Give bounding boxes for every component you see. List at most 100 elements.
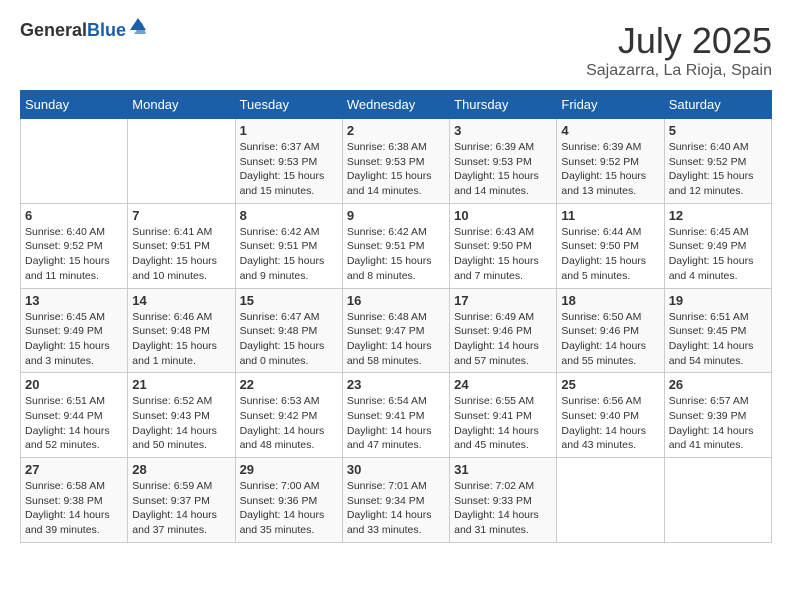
calendar-table: SundayMondayTuesdayWednesdayThursdayFrid… <box>20 90 772 543</box>
day-number: 7 <box>132 208 230 223</box>
day-detail: Sunrise: 6:43 AMSunset: 9:50 PMDaylight:… <box>454 225 552 284</box>
day-number: 18 <box>561 293 659 308</box>
day-cell: 28Sunrise: 6:59 AMSunset: 9:37 PMDayligh… <box>128 458 235 543</box>
day-detail: Sunrise: 6:39 AMSunset: 9:53 PMDaylight:… <box>454 140 552 199</box>
day-cell: 11Sunrise: 6:44 AMSunset: 9:50 PMDayligh… <box>557 203 664 288</box>
day-cell: 24 Sunrise: 6:55 AMSunset: 9:41 PMDayligh… <box>450 373 557 458</box>
day-cell: 21Sunrise: 6:52 AMSunset: 9:43 PMDayligh… <box>128 373 235 458</box>
day-number: 12 <box>669 208 767 223</box>
day-cell <box>557 458 664 543</box>
column-header-monday: Monday <box>128 91 235 119</box>
day-cell: 29 Sunrise: 7:00 AMSunset: 9:36 PMDayligh… <box>235 458 342 543</box>
day-cell: 23 Sunrise: 6:54 AMSunset: 9:41 PMDayligh… <box>342 373 449 458</box>
day-detail: Sunrise: 6:45 AMSunset: 9:49 PMDaylight:… <box>669 225 767 284</box>
day-number: 10 <box>454 208 552 223</box>
logo-general: General <box>20 20 87 40</box>
day-number: 13 <box>25 293 123 308</box>
day-detail: Sunrise: 7:00 AMSunset: 9:36 PMDaylight:… <box>240 479 338 538</box>
day-detail: Sunrise: 6:46 AMSunset: 9:48 PMDaylight:… <box>132 310 230 369</box>
day-number: 30 <box>347 462 445 477</box>
column-header-thursday: Thursday <box>450 91 557 119</box>
day-cell: 8 Sunrise: 6:42 AMSunset: 9:51 PMDaylight… <box>235 203 342 288</box>
day-detail: Sunrise: 6:42 AMSunset: 9:51 PMDaylight:… <box>240 225 338 284</box>
day-number: 2 <box>347 123 445 138</box>
day-number: 17 <box>454 293 552 308</box>
day-cell: 14 Sunrise: 6:46 AMSunset: 9:48 PMDayligh… <box>128 288 235 373</box>
day-number: 3 <box>454 123 552 138</box>
day-detail: Sunrise: 6:53 AMSunset: 9:42 PMDaylight:… <box>240 394 338 453</box>
day-detail: Sunrise: 6:38 AMSunset: 9:53 PMDaylight:… <box>347 140 445 199</box>
day-cell <box>128 119 235 204</box>
day-number: 31 <box>454 462 552 477</box>
day-cell <box>664 458 771 543</box>
day-cell: 20 Sunrise: 6:51 AMSunset: 9:44 PMDayligh… <box>21 373 128 458</box>
day-cell: 7 Sunrise: 6:41 AMSunset: 9:51 PMDaylight… <box>128 203 235 288</box>
day-number: 25 <box>561 377 659 392</box>
day-detail: Sunrise: 6:55 AMSunset: 9:41 PMDaylight:… <box>454 394 552 453</box>
day-detail: Sunrise: 6:51 AMSunset: 9:45 PMDaylight:… <box>669 310 767 369</box>
day-number: 19 <box>669 293 767 308</box>
day-number: 14 <box>132 293 230 308</box>
day-number: 22 <box>240 377 338 392</box>
week-row-3: 13 Sunrise: 6:45 AMSunset: 9:49 PMDayligh… <box>21 288 772 373</box>
day-number: 28 <box>132 462 230 477</box>
day-number: 4 <box>561 123 659 138</box>
day-number: 9 <box>347 208 445 223</box>
day-number: 24 <box>454 377 552 392</box>
day-detail: Sunrise: 6:40 AMSunset: 9:52 PMDaylight:… <box>25 225 123 284</box>
day-detail: Sunrise: 6:47 AMSunset: 9:48 PMDaylight:… <box>240 310 338 369</box>
day-cell: 16 Sunrise: 6:48 AMSunset: 9:47 PMDayligh… <box>342 288 449 373</box>
day-cell: 13 Sunrise: 6:45 AMSunset: 9:49 PMDayligh… <box>21 288 128 373</box>
page-header: GeneralBlue July 2025 Sajazarra, La Rioj… <box>20 20 772 80</box>
day-detail: Sunrise: 6:42 AMSunset: 9:51 PMDaylight:… <box>347 225 445 284</box>
day-detail: Sunrise: 6:41 AMSunset: 9:51 PMDaylight:… <box>132 225 230 284</box>
day-detail: Sunrise: 6:45 AMSunset: 9:49 PMDaylight:… <box>25 310 123 369</box>
day-cell: 26 Sunrise: 6:57 AMSunset: 9:39 PMDayligh… <box>664 373 771 458</box>
day-number: 29 <box>240 462 338 477</box>
day-detail: Sunrise: 6:51 AMSunset: 9:44 PMDaylight:… <box>25 394 123 453</box>
day-number: 5 <box>669 123 767 138</box>
logo-blue: Blue <box>87 20 126 40</box>
day-cell: 30Sunrise: 7:01 AMSunset: 9:34 PMDayligh… <box>342 458 449 543</box>
day-detail: Sunrise: 6:50 AMSunset: 9:46 PMDaylight:… <box>561 310 659 369</box>
day-cell <box>21 119 128 204</box>
day-cell: 31 Sunrise: 7:02 AMSunset: 9:33 PMDayligh… <box>450 458 557 543</box>
week-row-5: 27 Sunrise: 6:58 AMSunset: 9:38 PMDayligh… <box>21 458 772 543</box>
day-cell: 6 Sunrise: 6:40 AMSunset: 9:52 PMDaylight… <box>21 203 128 288</box>
day-detail: Sunrise: 6:58 AMSunset: 9:38 PMDaylight:… <box>25 479 123 538</box>
day-detail: Sunrise: 6:37 AMSunset: 9:53 PMDaylight:… <box>240 140 338 199</box>
week-row-4: 20 Sunrise: 6:51 AMSunset: 9:44 PMDayligh… <box>21 373 772 458</box>
day-number: 16 <box>347 293 445 308</box>
header-row: SundayMondayTuesdayWednesdayThursdayFrid… <box>21 91 772 119</box>
day-detail: Sunrise: 6:39 AMSunset: 9:52 PMDaylight:… <box>561 140 659 199</box>
day-cell: 9 Sunrise: 6:42 AMSunset: 9:51 PMDaylight… <box>342 203 449 288</box>
column-header-wednesday: Wednesday <box>342 91 449 119</box>
day-detail: Sunrise: 6:48 AMSunset: 9:47 PMDaylight:… <box>347 310 445 369</box>
day-number: 23 <box>347 377 445 392</box>
day-cell: 19 Sunrise: 6:51 AMSunset: 9:45 PMDayligh… <box>664 288 771 373</box>
day-number: 6 <box>25 208 123 223</box>
day-cell: 15 Sunrise: 6:47 AMSunset: 9:48 PMDayligh… <box>235 288 342 373</box>
month-title: July 2025 <box>586 20 772 62</box>
day-number: 27 <box>25 462 123 477</box>
day-cell: 1Sunrise: 6:37 AMSunset: 9:53 PMDaylight… <box>235 119 342 204</box>
column-header-friday: Friday <box>557 91 664 119</box>
day-number: 8 <box>240 208 338 223</box>
day-number: 21 <box>132 377 230 392</box>
column-header-tuesday: Tuesday <box>235 91 342 119</box>
day-detail: Sunrise: 6:44 AMSunset: 9:50 PMDaylight:… <box>561 225 659 284</box>
column-header-saturday: Saturday <box>664 91 771 119</box>
day-cell: 5Sunrise: 6:40 AMSunset: 9:52 PMDaylight… <box>664 119 771 204</box>
day-number: 20 <box>25 377 123 392</box>
day-cell: 18 Sunrise: 6:50 AMSunset: 9:46 PMDayligh… <box>557 288 664 373</box>
day-cell: 12 Sunrise: 6:45 AMSunset: 9:49 PMDayligh… <box>664 203 771 288</box>
day-detail: Sunrise: 7:02 AMSunset: 9:33 PMDaylight:… <box>454 479 552 538</box>
day-number: 26 <box>669 377 767 392</box>
day-number: 15 <box>240 293 338 308</box>
day-detail: Sunrise: 6:57 AMSunset: 9:39 PMDaylight:… <box>669 394 767 453</box>
day-cell: 2 Sunrise: 6:38 AMSunset: 9:53 PMDaylight… <box>342 119 449 204</box>
week-row-2: 6 Sunrise: 6:40 AMSunset: 9:52 PMDaylight… <box>21 203 772 288</box>
day-detail: Sunrise: 6:54 AMSunset: 9:41 PMDaylight:… <box>347 394 445 453</box>
day-cell: 4 Sunrise: 6:39 AMSunset: 9:52 PMDaylight… <box>557 119 664 204</box>
day-detail: Sunrise: 6:49 AMSunset: 9:46 PMDaylight:… <box>454 310 552 369</box>
